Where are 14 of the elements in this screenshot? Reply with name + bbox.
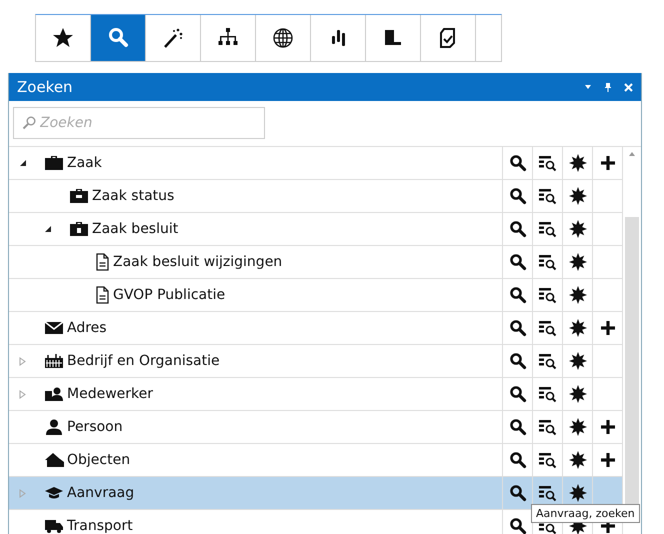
tree-item-label: Persoon [67, 419, 123, 435]
panel-title: Zoeken [17, 78, 73, 96]
tree-item-label: Aanvraag [67, 485, 134, 501]
tooltip: Aanvraag, zoeken [531, 504, 640, 523]
tree-item-label: Medewerker [67, 386, 153, 402]
tree-item-label: Zaak [67, 155, 102, 171]
tree-item-label: Zaak besluit [92, 221, 178, 237]
tree-item-label: Adres [67, 320, 107, 336]
tree-item-label: Zaak besluit wijzigingen [113, 254, 282, 270]
tree-item-label: Objecten [67, 452, 130, 468]
tree-item-label: GVOP Publicatie [113, 287, 226, 303]
tree-item-label: Transport [67, 518, 133, 534]
tree-item-label: Zaak status [92, 188, 174, 204]
tree-item-label: Bedrijf en Organisatie [67, 353, 220, 369]
